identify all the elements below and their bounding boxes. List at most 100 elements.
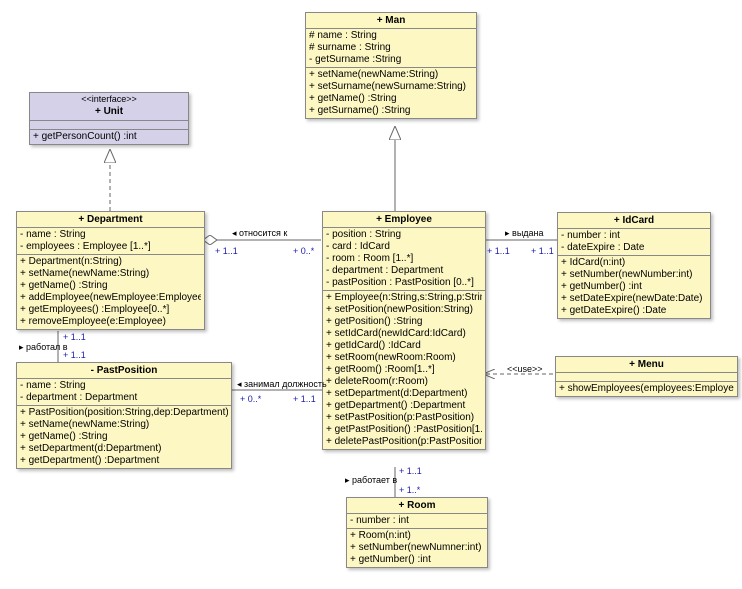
unit-attrs: [30, 121, 188, 130]
op: + deleteRoom(r:Room): [326, 376, 482, 388]
op: + getIdCard() :IdCard: [326, 340, 482, 352]
op: + setDepartment(d:Department): [20, 443, 228, 455]
op: + Department(n:String): [20, 256, 201, 268]
room-attrs: - number : int: [347, 514, 487, 529]
op: + getName() :String: [309, 93, 473, 105]
op: + setIdCard(newIdCard:IdCard): [326, 328, 482, 340]
op: + setDepartment(d:Department): [326, 388, 482, 400]
man-name: + Man: [306, 13, 476, 29]
mult: + 0..*: [240, 394, 261, 404]
class-employee: + Employee - position : String - card : …: [322, 211, 486, 450]
mult: + 1..1: [531, 246, 554, 256]
attr: - department : Department: [20, 392, 228, 404]
attr: - getSurname :String: [309, 54, 473, 66]
mult: + 1..1: [215, 246, 238, 256]
attr: - number : int: [350, 515, 484, 527]
unit-ops: + getPersonCount() :int: [30, 130, 188, 144]
op: + deletePastPosition(p:PastPosition): [326, 436, 482, 448]
attr: - number : int: [561, 230, 707, 242]
op: + getDateExpire() :Date: [561, 305, 707, 317]
op: + Employee(n:String,s:String,p:String): [326, 292, 482, 304]
room-ops: + Room(n:int) + setNumber(newNumner:int)…: [347, 529, 487, 567]
attr: - room : Room [1..*]: [326, 253, 482, 265]
idcard-attrs: - number : int - dateExpire : Date: [558, 229, 710, 256]
mult: + 1..1: [63, 350, 86, 360]
menu-ops: + showEmployees(employees:Employee[0..*]…: [556, 382, 737, 396]
unit-stereotype: <<interface>>: [33, 94, 185, 104]
op: + setRoom(newRoom:Room): [326, 352, 482, 364]
idcard-ops: + IdCard(n:int) + setNumber(newNumber:in…: [558, 256, 710, 318]
op: + getSurname() :String: [309, 105, 473, 117]
op: + removeEmployee(e:Employee): [20, 316, 201, 328]
op: + getDepartment() :Department: [20, 455, 228, 467]
class-menu: + Menu + showEmployees(employees:Employe…: [555, 356, 738, 397]
pastposition-attrs: - name : String - department : Departmen…: [17, 379, 231, 406]
man-attrs: # name : String # surname : String - get…: [306, 29, 476, 68]
employee-ops: + Employee(n:String,s:String,p:String) +…: [323, 291, 485, 449]
op: + setDateExpire(newDate:Date): [561, 293, 707, 305]
class-department: + Department - name : String - employees…: [16, 211, 205, 330]
op: + getPosition() :String: [326, 316, 482, 328]
mult: + 1..1: [487, 246, 510, 256]
menu-attrs: [556, 373, 737, 382]
op: + setPastPosition(p:PastPosition): [326, 412, 482, 424]
mult: + 1..*: [399, 485, 420, 495]
op: + getDepartment() :Department: [326, 400, 482, 412]
class-room: + Room - number : int + Room(n:int) + se…: [346, 497, 488, 568]
department-ops: + Department(n:String) + setName(newName…: [17, 255, 204, 329]
op: + getEmployees() :Employee[0..*]: [20, 304, 201, 316]
label-held-position: ◂ занимал должность: [237, 379, 327, 390]
attr: - name : String: [20, 380, 228, 392]
room-name: + Room: [347, 498, 487, 514]
op: + getNumber() :int: [561, 281, 707, 293]
man-ops: + setName(newName:String) + setSurname(n…: [306, 68, 476, 118]
mult: + 0..*: [293, 246, 314, 256]
op: + setNumber(newNumner:int): [350, 542, 484, 554]
label-relates-to: ◂ относится к: [232, 228, 287, 239]
department-attrs: - name : String - employees : Employee […: [17, 228, 204, 255]
attr: - card : IdCard: [326, 241, 482, 253]
op: + Room(n:int): [350, 530, 484, 542]
attr: - position : String: [326, 229, 482, 241]
attr: - employees : Employee [1..*]: [20, 241, 201, 253]
unit-header: <<interface>> + Unit: [30, 93, 188, 121]
employee-attrs: - position : String - card : IdCard - ro…: [323, 228, 485, 291]
label-works-in: ▸ работает в: [345, 475, 397, 486]
employee-name: + Employee: [323, 212, 485, 228]
label-issued: ▸ выдана: [505, 228, 544, 239]
class-unit: <<interface>> + Unit + getPersonCount() …: [29, 92, 189, 145]
pastposition-name: - PastPosition: [17, 363, 231, 379]
attr: - dateExpire : Date: [561, 242, 707, 254]
department-name: + Department: [17, 212, 204, 228]
menu-name: + Menu: [556, 357, 737, 373]
class-pastposition: - PastPosition - name : String - departm…: [16, 362, 232, 469]
op: + getName() :String: [20, 431, 228, 443]
op: + showEmployees(employees:Employee[0..*]…: [559, 383, 734, 395]
mult: + 1..1: [63, 332, 86, 342]
op: + setNumber(newNumber:int): [561, 269, 707, 281]
class-idcard: + IdCard - number : int - dateExpire : D…: [557, 212, 711, 319]
op: + getName() :String: [20, 280, 201, 292]
op: + setPosition(newPosition:String): [326, 304, 482, 316]
op: + setName(newName:String): [309, 69, 473, 81]
op: + setName(newName:String): [20, 419, 228, 431]
op: + getPersonCount() :int: [33, 131, 185, 143]
pastposition-ops: + PastPosition(position:String,dep:Depar…: [17, 406, 231, 468]
class-man: + Man # name : String # surname : String…: [305, 12, 477, 119]
idcard-name: + IdCard: [558, 213, 710, 229]
label-use: <<use>>: [507, 364, 543, 374]
attr: # name : String: [309, 30, 473, 42]
attr: - department : Department: [326, 265, 482, 277]
op: + getNumber() :int: [350, 554, 484, 566]
attr: # surname : String: [309, 42, 473, 54]
op: + IdCard(n:int): [561, 257, 707, 269]
op: + addEmployee(newEmployee:Employee): [20, 292, 201, 304]
label-worked-in: ▸ работал в: [19, 342, 68, 353]
unit-name: + Unit: [33, 104, 185, 119]
mult: + 1..1: [399, 466, 422, 476]
op: + getRoom() :Room[1..*]: [326, 364, 482, 376]
op: + setSurname(newSurname:String): [309, 81, 473, 93]
op: + getPastPosition() :PastPosition[1..*]: [326, 424, 482, 436]
op: + setName(newName:String): [20, 268, 201, 280]
op: + PastPosition(position:String,dep:Depar…: [20, 407, 228, 419]
